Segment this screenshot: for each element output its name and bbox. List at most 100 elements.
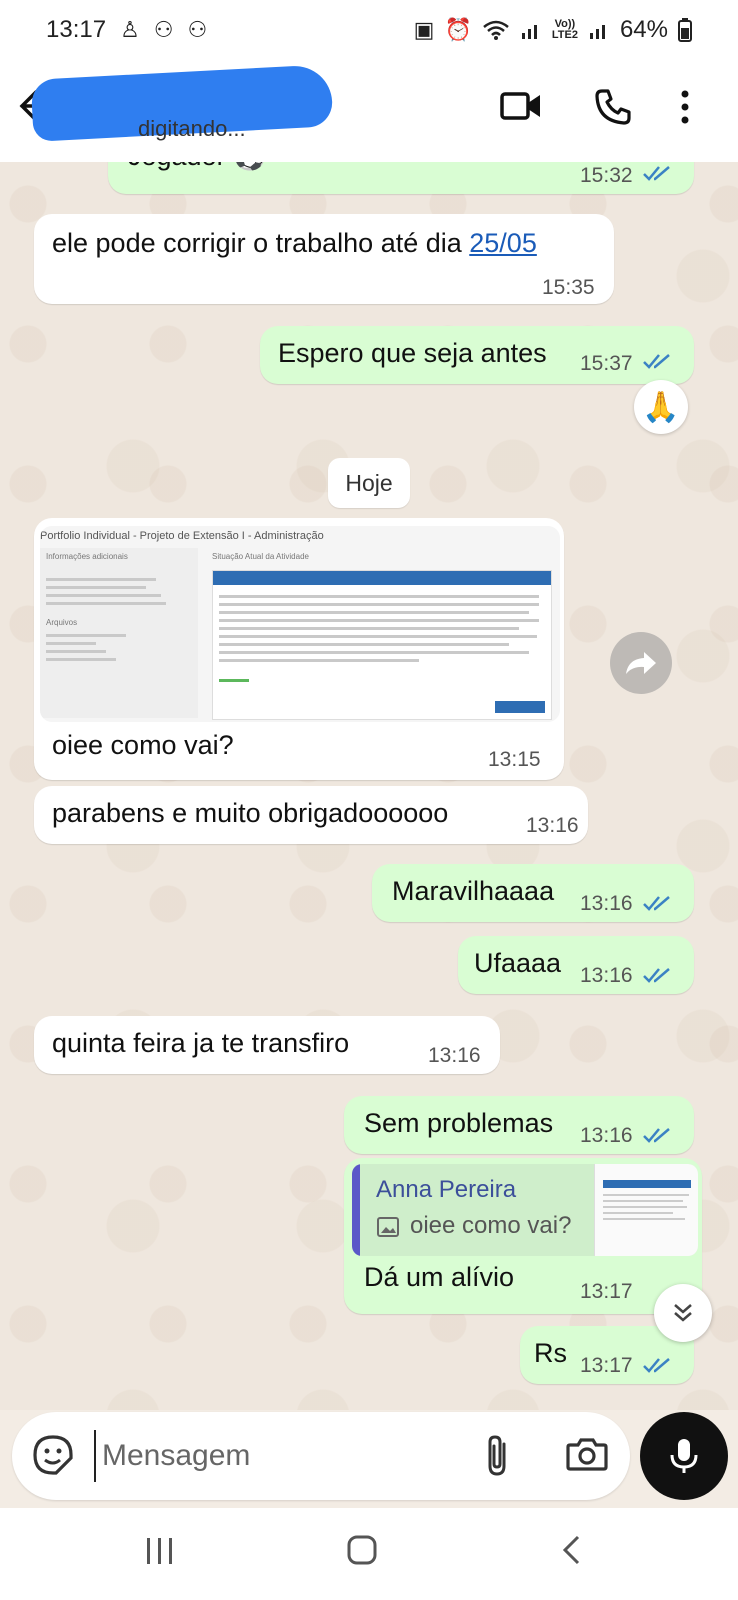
battery-icon bbox=[678, 18, 692, 42]
image-text-line bbox=[219, 619, 539, 622]
message-text: Ufaaaa bbox=[474, 948, 562, 978]
message-time: 13:16 bbox=[428, 1044, 481, 1067]
message-time: 13:16 bbox=[580, 964, 633, 987]
message-time: 15:37 bbox=[580, 352, 633, 375]
message-text: oiee como vai? bbox=[52, 730, 234, 760]
image-text-line bbox=[219, 659, 419, 662]
image-left-panel: Informações adicionais Arquivos bbox=[40, 548, 198, 718]
status-right: ▣ ⏰ Vo)) LTE2 64% bbox=[414, 16, 692, 44]
date-divider: Hoje bbox=[328, 458, 410, 508]
image-card-header bbox=[213, 571, 551, 585]
message-time: 13:16 bbox=[526, 814, 579, 837]
message-text: Maravilhaaaa bbox=[392, 876, 555, 906]
image-text-line bbox=[219, 627, 519, 630]
nav-back-icon[interactable] bbox=[560, 1534, 582, 1566]
image-text-line bbox=[46, 602, 166, 605]
chat-area[interactable]: Jogador ⚽ 15:32 ele pode corrigir o trab… bbox=[0, 162, 738, 1410]
thumb-line bbox=[603, 1194, 689, 1196]
image-attachment[interactable]: Portfolio Individual - Projeto de Extens… bbox=[40, 526, 560, 722]
signal-icon bbox=[521, 25, 537, 39]
image-text-line bbox=[46, 642, 96, 645]
image-title: Portfolio Individual - Projeto de Extens… bbox=[40, 530, 324, 542]
image-text-line bbox=[219, 603, 539, 606]
recent-apps-icon[interactable] bbox=[144, 1536, 176, 1566]
signal-icon-2 bbox=[589, 25, 605, 39]
image-right-heading: Situação Atual da Atividade bbox=[212, 552, 309, 561]
image-text-line bbox=[46, 634, 126, 637]
reaction-badge[interactable]: 🙏 bbox=[634, 380, 688, 434]
image-download-button bbox=[495, 701, 545, 713]
message-time: 13:17 bbox=[580, 1280, 633, 1303]
lock-icon: ▣ bbox=[413, 17, 435, 42]
thumb-line bbox=[603, 1200, 683, 1202]
home-icon[interactable] bbox=[346, 1534, 378, 1566]
message-time: 13:17 bbox=[580, 1354, 633, 1377]
message-bubble-outgoing[interactable]: Sem problemas 13:16 bbox=[344, 1096, 694, 1154]
forward-icon bbox=[626, 652, 656, 674]
voice-call-icon[interactable] bbox=[594, 88, 632, 126]
quote-thumbnail bbox=[594, 1164, 698, 1256]
message-text: Espero que seja antes bbox=[278, 338, 547, 368]
network-label-bottom: LTE2 bbox=[551, 29, 578, 41]
read-ticks-icon bbox=[643, 354, 670, 369]
double-chevron-down-icon bbox=[674, 1304, 692, 1322]
battery-percent: 64% bbox=[619, 16, 668, 43]
thumb-header bbox=[603, 1180, 691, 1188]
image-left-heading: Informações adicionais bbox=[46, 552, 128, 561]
message-bubble-incoming[interactable]: parabens e muito obrigadoooooo 13:16 bbox=[34, 786, 588, 844]
image-text-line bbox=[219, 595, 539, 598]
message-time: 13:16 bbox=[580, 892, 633, 915]
voicemail-icon: ⚇ bbox=[153, 17, 174, 42]
notification-icon: ♙ bbox=[120, 17, 140, 42]
message-time: 13:16 bbox=[580, 1124, 633, 1147]
sticker-emoji-icon[interactable] bbox=[32, 1434, 74, 1476]
quote-text: oiee como vai? bbox=[410, 1212, 572, 1239]
thumb-line bbox=[603, 1212, 673, 1214]
read-ticks-icon bbox=[643, 166, 670, 181]
message-input[interactable] bbox=[94, 1430, 454, 1482]
alarm-icon: ⏰ bbox=[444, 17, 472, 42]
more-options-icon[interactable] bbox=[680, 90, 690, 124]
message-bubble-incoming[interactable]: ele pode corrigir o trabalho até dia 25/… bbox=[34, 214, 614, 304]
scroll-to-bottom-button[interactable] bbox=[654, 1284, 712, 1342]
read-ticks-icon bbox=[643, 1358, 670, 1373]
read-ticks-icon bbox=[643, 968, 670, 983]
message-bubble-outgoing[interactable]: Jogador ⚽ 15:32 bbox=[108, 162, 694, 194]
image-text-line bbox=[219, 643, 509, 646]
voicemail-icon-2: ⚇ bbox=[187, 17, 208, 42]
quote-author: Anna Pereira bbox=[376, 1176, 517, 1203]
voice-message-button[interactable] bbox=[640, 1412, 728, 1500]
date-link[interactable]: 25/05 bbox=[469, 228, 537, 258]
image-card bbox=[212, 570, 552, 720]
message-bubble-outgoing[interactable]: Ufaaaa 13:16 bbox=[458, 936, 694, 994]
read-ticks-icon bbox=[643, 1128, 670, 1143]
image-text-line bbox=[219, 611, 529, 614]
microphone-icon bbox=[670, 1439, 698, 1473]
system-navigation-bar bbox=[0, 1508, 738, 1600]
message-text: Jogador ⚽ bbox=[128, 162, 267, 172]
image-status-tag bbox=[219, 679, 249, 682]
read-ticks-icon bbox=[643, 896, 670, 911]
message-bubble-outgoing[interactable]: Maravilhaaaa 13:16 bbox=[372, 864, 694, 922]
message-time: 15:32 bbox=[580, 164, 633, 187]
image-text-line bbox=[46, 586, 146, 589]
message-time: 13:15 bbox=[488, 748, 541, 771]
quoted-message[interactable]: Anna Pereira oiee como vai? bbox=[352, 1164, 698, 1256]
camera-icon[interactable] bbox=[566, 1436, 608, 1472]
message-text: Dá um alívio bbox=[364, 1262, 515, 1292]
message-composer bbox=[12, 1412, 630, 1500]
image-text-line bbox=[46, 658, 116, 661]
message-bubble-incoming[interactable]: quinta feira ja te transfiro 13:16 bbox=[34, 1016, 500, 1074]
message-bubble-outgoing[interactable]: Espero que seja antes 15:37 bbox=[260, 326, 694, 384]
message-text-part: ele pode corrigir o trabalho até dia bbox=[52, 228, 470, 258]
forward-button[interactable] bbox=[610, 632, 672, 694]
image-files-heading: Arquivos bbox=[46, 618, 78, 627]
status-left: 13:17 ♙ ⚇ ⚇ bbox=[46, 16, 207, 44]
message-text: quinta feira ja te transfiro bbox=[52, 1028, 350, 1058]
video-call-icon[interactable] bbox=[500, 90, 542, 122]
thumb-line bbox=[603, 1218, 685, 1220]
status-bar: 13:17 ♙ ⚇ ⚇ ▣ ⏰ Vo)) LTE2 64% bbox=[0, 0, 738, 60]
message-text: ele pode corrigir o trabalho até dia 25/… bbox=[52, 228, 537, 259]
image-text-line bbox=[46, 578, 156, 581]
attach-icon[interactable] bbox=[484, 1434, 510, 1478]
